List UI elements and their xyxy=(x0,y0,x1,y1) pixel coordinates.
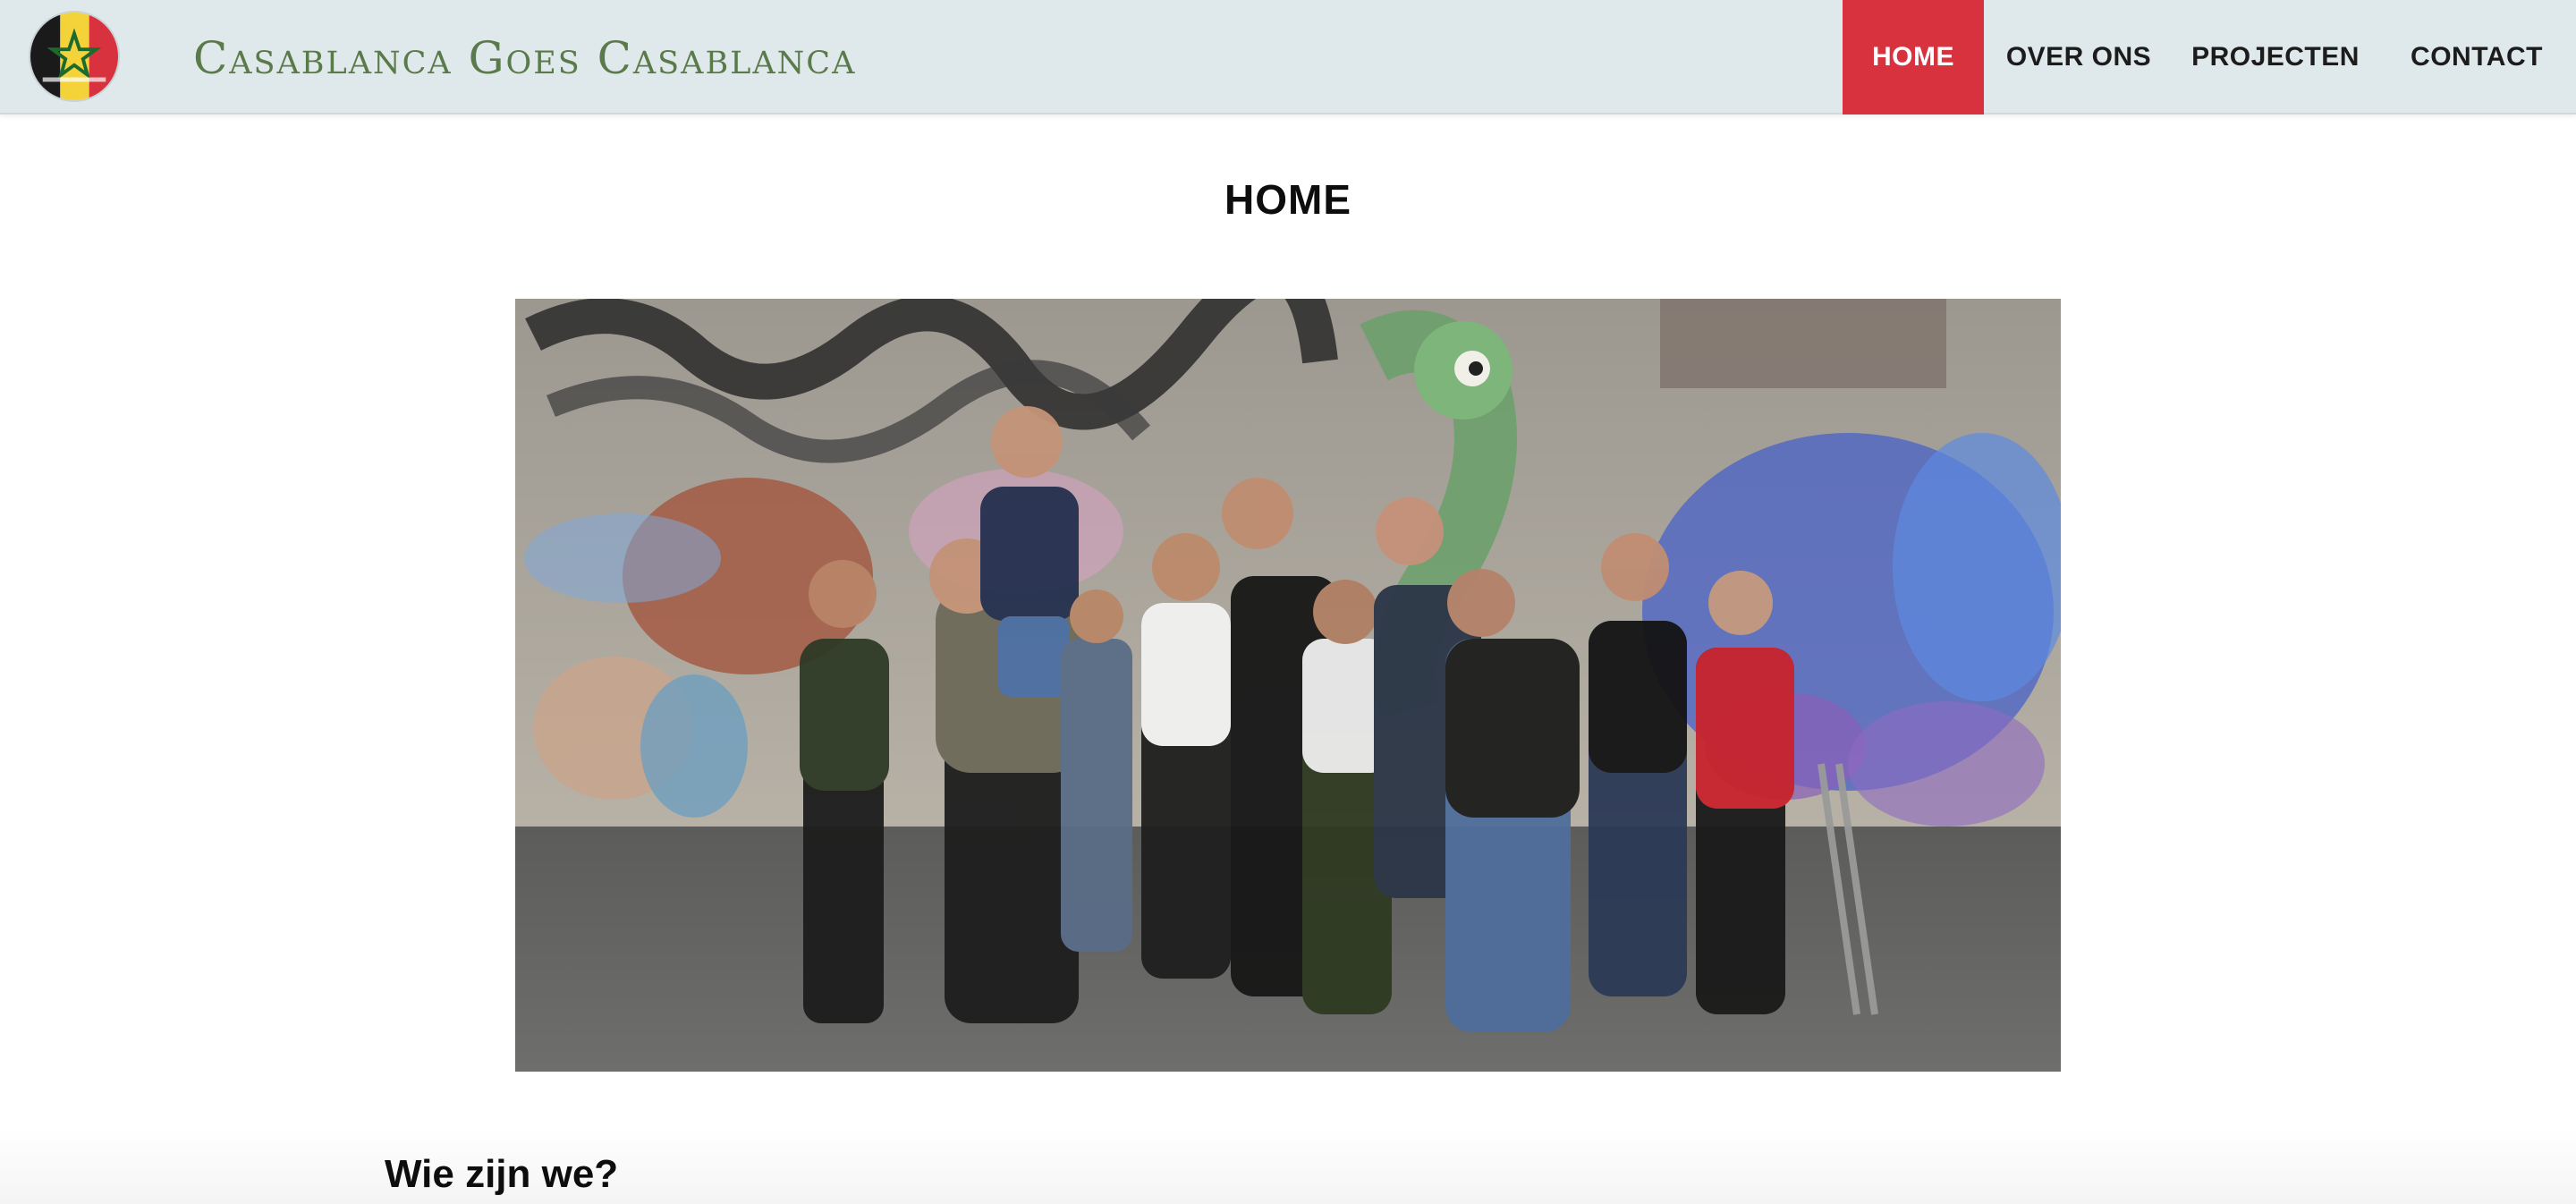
logo[interactable] xyxy=(29,11,120,102)
site-title[interactable]: Casablanca Goes Casablanca xyxy=(193,27,856,89)
page-title: HOME xyxy=(1224,176,1352,223)
nav-home[interactable]: HOME xyxy=(1843,0,1984,114)
nav-over-ons[interactable]: OVER ONS xyxy=(1984,0,2174,114)
main-nav: HOME OVER ONS PROJECTEN CONTACT xyxy=(1843,0,2576,114)
nav-contact[interactable]: CONTACT xyxy=(2377,0,2576,114)
hero-image xyxy=(515,299,2061,1072)
section-heading: Wie zijn we? xyxy=(385,1152,619,1196)
nav-projecten[interactable]: PROJECTEN xyxy=(2174,0,2377,114)
flag-emblem-icon xyxy=(30,13,118,100)
site-header: Casablanca Goes Casablanca HOME OVER ONS… xyxy=(0,0,2576,114)
group-photo-image xyxy=(515,299,2061,1072)
